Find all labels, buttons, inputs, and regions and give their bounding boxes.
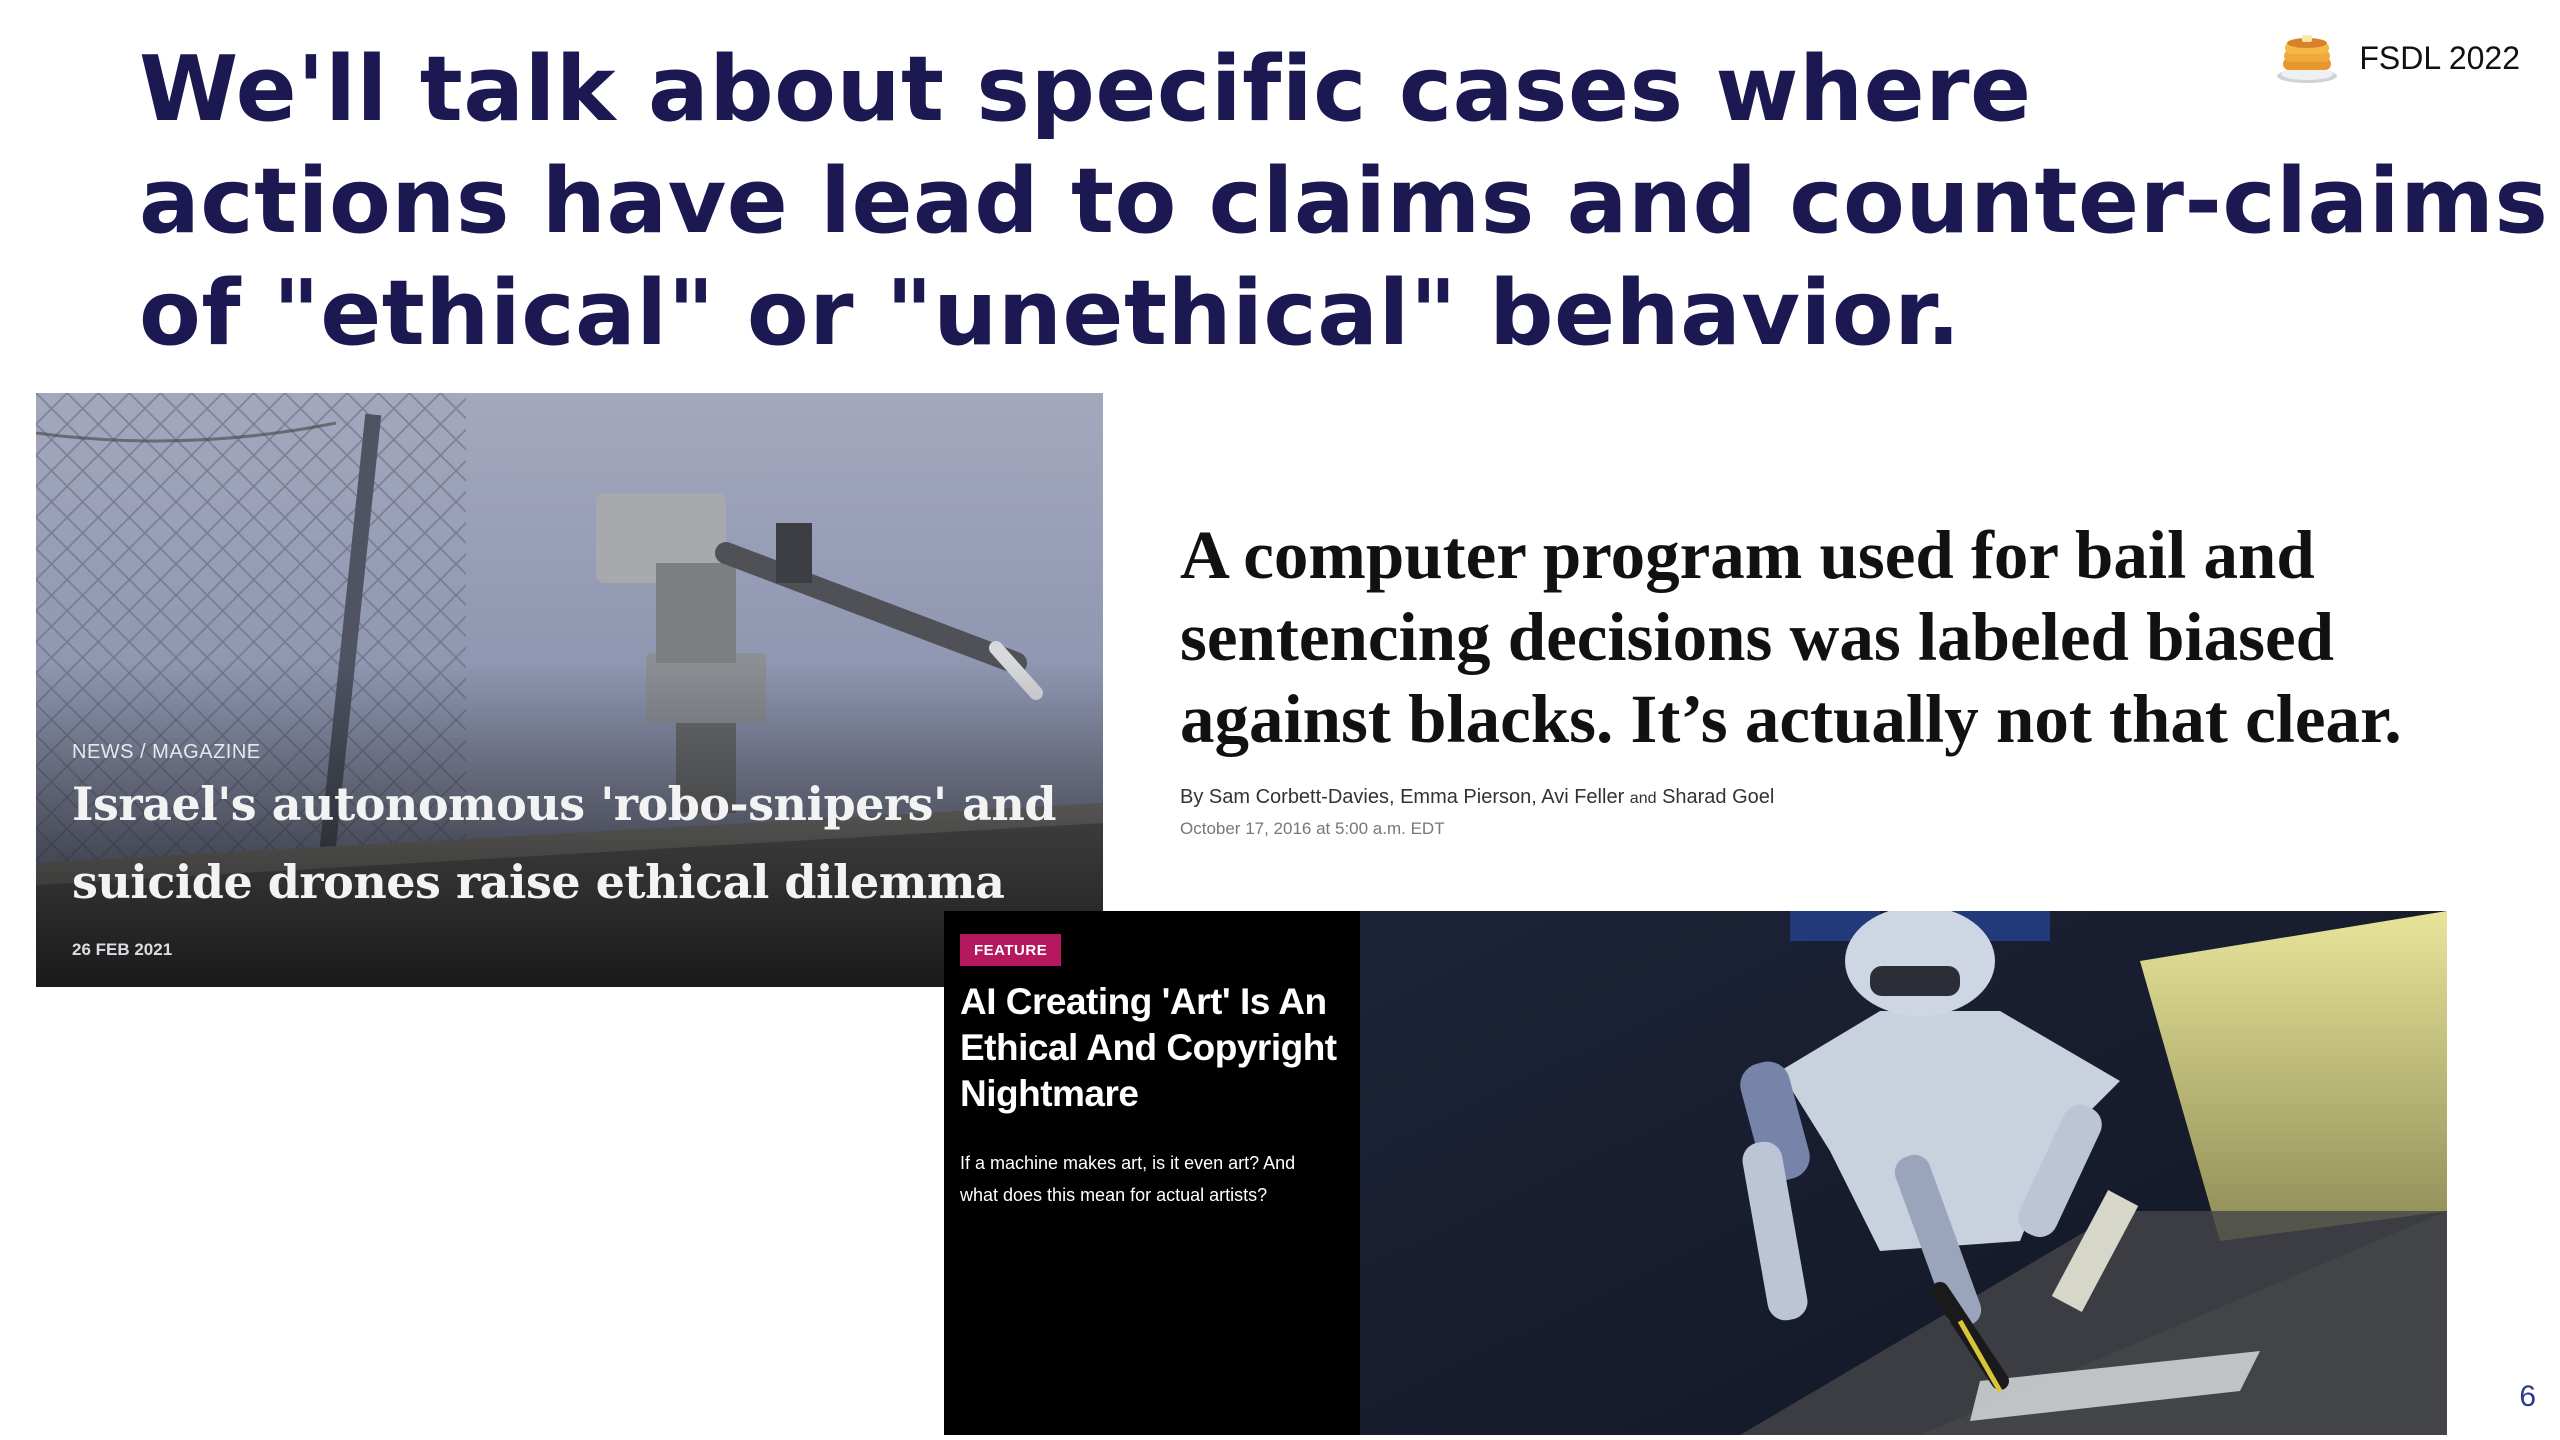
bail-article-card[interactable]: A computer program used for bail and sen… [1180, 514, 2480, 839]
article-dek: If a machine makes art, is it even art? … [960, 1147, 1350, 1211]
article-text-panel: FEATURE AI Creating 'Art' Is An Ethical … [944, 911, 1360, 1435]
article-byline: By Sam Corbett-Davies, Emma Pierson, Avi… [1180, 786, 2480, 809]
byline-authors[interactable]: Sam Corbett-Davies, Emma Pierson, Avi Fe… [1209, 786, 1624, 808]
slide-title-line: of "ethical" or "unethical" behavior. [139, 261, 1961, 366]
brand-logo: FSDL 2022 [2275, 32, 2520, 84]
headline-line: sentencing decisions was labeled biased [1180, 599, 2334, 675]
feature-badge: FEATURE [960, 934, 1062, 966]
headline-line: Nightmare [960, 1073, 1139, 1114]
dek-line: what does this mean for actual artists? [960, 1185, 1268, 1205]
brand-label: FSDL 2022 [2359, 39, 2520, 76]
headline-line: suicide drones raise ethical dilemma [72, 855, 1005, 909]
byline-last-author[interactable]: Sharad Goel [1662, 786, 1774, 808]
ai-art-article-card[interactable]: FEATURE AI Creating 'Art' Is An Ethical … [944, 911, 2447, 1435]
slide-title-line: We'll talk about specific cases where [139, 37, 2032, 142]
article-timestamp: October 17, 2016 at 5:00 a.m. EDT [1180, 819, 1445, 838]
pancake-icon [2277, 35, 2338, 83]
headline-line: AI Creating 'Art' Is An [960, 981, 1327, 1022]
page-number: 6 [2519, 1380, 2536, 1413]
article-section-label: NEWS / MAGAZINE [72, 741, 261, 763]
article-headline[interactable]: A computer program used for bail and sen… [1180, 514, 2480, 760]
article-date: 26 FEB 2021 [72, 940, 173, 959]
headline-line: Ethical And Copyright [960, 1027, 1337, 1068]
drones-article-card[interactable]: NEWS / MAGAZINE Israel's autonomous 'rob… [36, 393, 1103, 987]
slide-title-line: actions have lead to claims and counter-… [139, 149, 2549, 254]
headline-line: against blacks. It’s actually not that c… [1180, 681, 2402, 757]
headline-line: Israel's autonomous 'robo-snipers' and [72, 777, 1057, 831]
slide-title: We'll talk about specific cases where ac… [139, 34, 2549, 370]
byline-prefix: By [1180, 786, 1204, 808]
byline-conjunction: and [1629, 790, 1657, 807]
article-headline[interactable]: AI Creating 'Art' Is An Ethical And Copy… [960, 979, 1350, 1117]
article-headline[interactable]: Israel's autonomous 'robo-snipers' and s… [72, 765, 1092, 921]
dek-line: If a machine makes art, is it even art? … [960, 1153, 1296, 1173]
headline-line: A computer program used for bail and [1180, 517, 2315, 593]
robot-artist-illustration [1360, 911, 2447, 1435]
